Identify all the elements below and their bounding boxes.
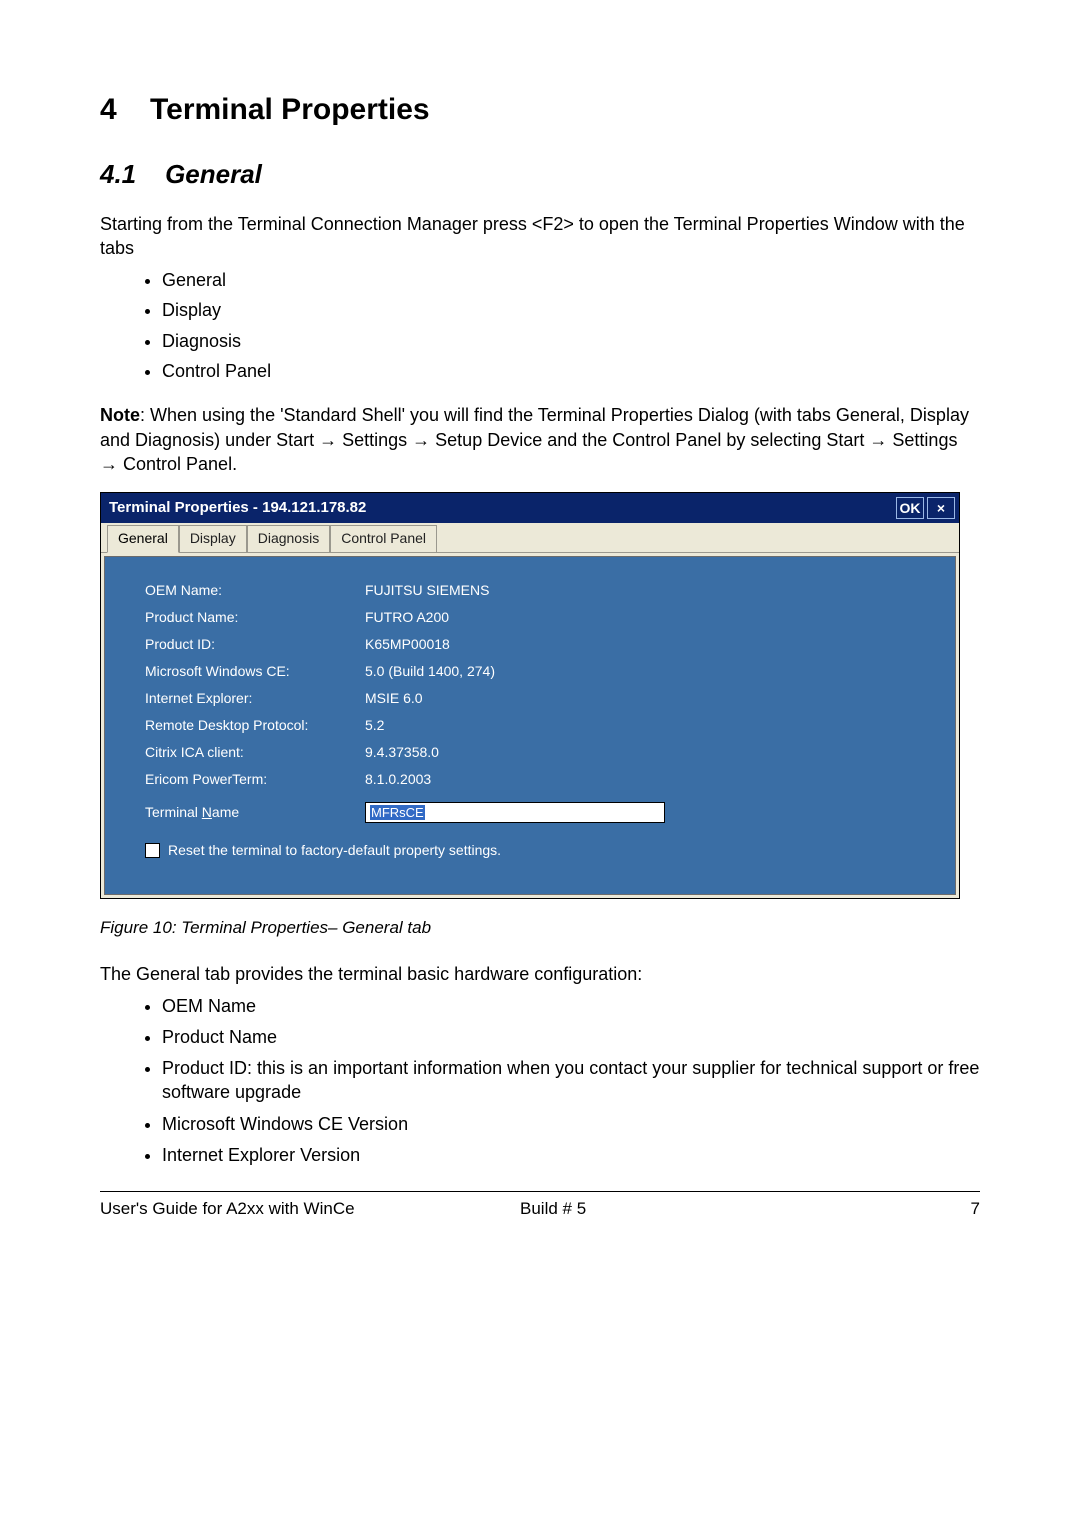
windows-ce-value: 5.0 (Build 1400, 274): [365, 662, 935, 681]
citrix-label: Citrix ICA client:: [145, 743, 365, 762]
reset-row: Reset the terminal to factory-default pr…: [145, 841, 935, 860]
note-label: Note: [100, 405, 140, 425]
list-item: General: [162, 268, 980, 292]
tab-general[interactable]: General: [107, 525, 179, 553]
tab-label: Diagnosis: [258, 530, 319, 546]
after-list: OEM Name Product Name Product ID: this i…: [162, 994, 980, 1168]
kv-row: Internet Explorer: MSIE 6.0: [145, 689, 935, 708]
ok-button-label: OK: [900, 499, 921, 518]
product-name-value: FUTRO A200: [365, 608, 935, 627]
footer-mid: Build # 5: [520, 1198, 940, 1221]
footer-page-number: 7: [940, 1198, 980, 1221]
list-item: OEM Name: [162, 994, 980, 1018]
windows-ce-label: Microsoft Windows CE:: [145, 662, 365, 681]
list-item: Product Name: [162, 1025, 980, 1049]
ericom-label: Ericom PowerTerm:: [145, 770, 365, 789]
product-name-label: Product Name:: [145, 608, 365, 627]
list-item: Diagnosis: [162, 329, 980, 353]
ie-label: Internet Explorer:: [145, 689, 365, 708]
ie-value: MSIE 6.0: [365, 689, 935, 708]
figure-caption: Figure 10: Terminal Properties– General …: [100, 917, 980, 940]
citrix-value: 9.4.37358.0: [365, 743, 935, 762]
terminal-properties-window: Terminal Properties - 194.121.178.82 OK …: [100, 492, 960, 899]
subsection-title-text: General: [165, 159, 262, 189]
ericom-value: 8.1.0.2003: [365, 770, 935, 789]
list-item: Display: [162, 298, 980, 322]
note-paragraph: Note: When using the 'Standard Shell' yo…: [100, 403, 980, 476]
kv-row: OEM Name: FUJITSU SIEMENS: [145, 581, 935, 600]
list-item: Product ID: this is an important informa…: [162, 1056, 980, 1105]
rdp-label: Remote Desktop Protocol:: [145, 716, 365, 735]
section-number: 4: [100, 93, 117, 126]
list-item: Control Panel: [162, 359, 980, 383]
reset-checkbox[interactable]: [145, 843, 160, 858]
kv-row: Product ID: K65MP00018: [145, 635, 935, 654]
tab-control-panel[interactable]: Control Panel: [330, 525, 437, 552]
kv-row: Product Name: FUTRO A200: [145, 608, 935, 627]
subsection-number: 4.1: [100, 159, 136, 189]
oem-name-value: FUJITSU SIEMENS: [365, 581, 935, 600]
list-item: Microsoft Windows CE Version: [162, 1112, 980, 1136]
after-paragraph: The General tab provides the terminal ba…: [100, 962, 980, 986]
reset-label[interactable]: Reset the terminal to factory-default pr…: [168, 841, 501, 860]
product-id-value: K65MP00018: [365, 635, 935, 654]
tab-display[interactable]: Display: [179, 525, 247, 552]
product-id-label: Product ID:: [145, 635, 365, 654]
tab-label: Control Panel: [341, 530, 426, 546]
intro-paragraph: Starting from the Terminal Connection Ma…: [100, 212, 980, 261]
terminal-name-row: Terminal Name MFRsCE: [145, 802, 935, 823]
terminal-name-label: Terminal Name: [145, 803, 365, 822]
list-item: Internet Explorer Version: [162, 1143, 980, 1167]
intro-list: General Display Diagnosis Control Panel: [162, 268, 980, 383]
terminal-name-value: MFRsCE: [370, 805, 425, 820]
rdp-value: 5.2: [365, 716, 935, 735]
tab-diagnosis[interactable]: Diagnosis: [247, 525, 330, 552]
window-titlebar[interactable]: Terminal Properties - 194.121.178.82 OK …: [101, 493, 959, 523]
subsection-heading: 4.1 General: [100, 157, 980, 192]
page-footer: User's Guide for A2xx with WinCe Build #…: [100, 1192, 980, 1221]
tab-label: Display: [190, 530, 236, 546]
kv-row: Remote Desktop Protocol: 5.2: [145, 716, 935, 735]
section-heading: 4 Terminal Properties: [100, 90, 980, 131]
close-button[interactable]: ×: [927, 497, 955, 519]
note-text: : When using the 'Standard Shell' you wi…: [100, 405, 969, 474]
tab-label: General: [118, 530, 168, 546]
terminal-name-field-wrap: MFRsCE: [365, 802, 935, 823]
tab-body-general: OEM Name: FUJITSU SIEMENS Product Name: …: [104, 556, 956, 895]
oem-name-label: OEM Name:: [145, 581, 365, 600]
ok-button[interactable]: OK: [896, 497, 924, 519]
section-title-text: Terminal Properties: [150, 93, 430, 126]
terminal-name-input[interactable]: MFRsCE: [365, 802, 665, 823]
footer-left: User's Guide for A2xx with WinCe: [100, 1198, 520, 1221]
close-icon: ×: [937, 499, 945, 518]
kv-row: Citrix ICA client: 9.4.37358.0: [145, 743, 935, 762]
kv-row: Ericom PowerTerm: 8.1.0.2003: [145, 770, 935, 789]
kv-row: Microsoft Windows CE: 5.0 (Build 1400, 2…: [145, 662, 935, 681]
window-title: Terminal Properties - 194.121.178.82: [109, 498, 893, 518]
tabbar: General Display Diagnosis Control Panel: [101, 523, 959, 553]
